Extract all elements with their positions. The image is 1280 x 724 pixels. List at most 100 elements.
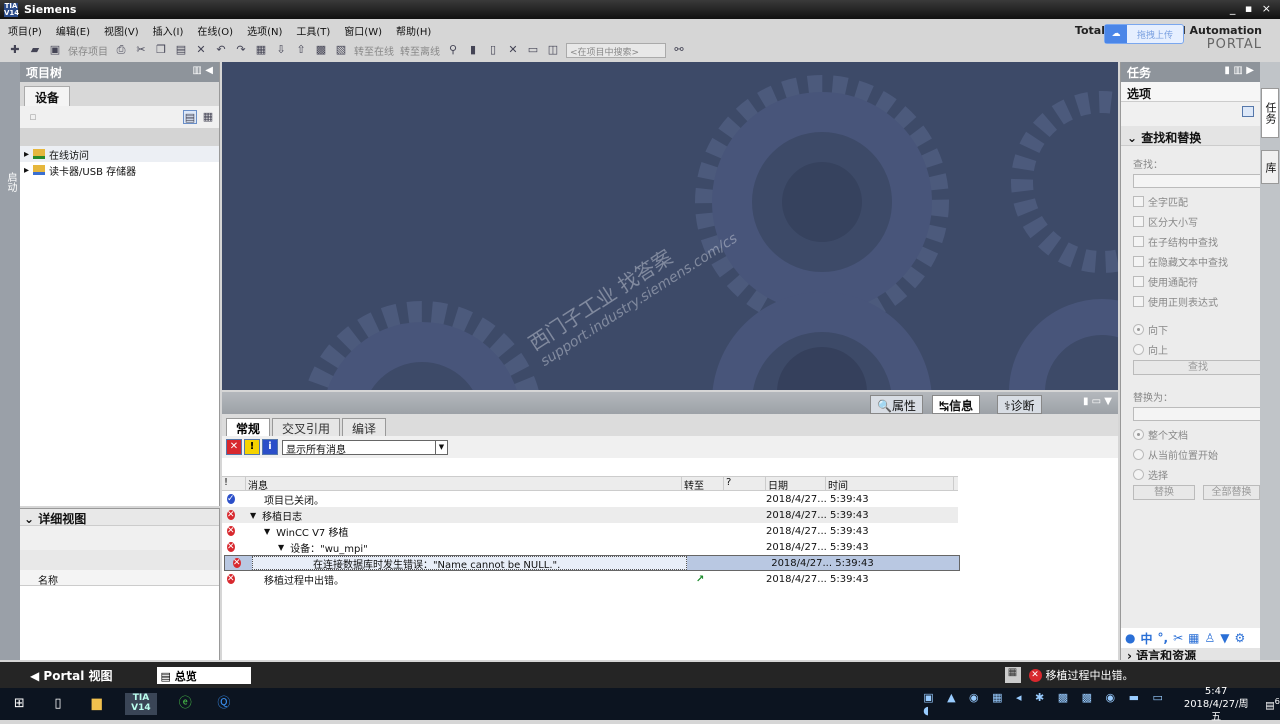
device-icon[interactable]: ▧ — [334, 43, 348, 57]
file-explorer-icon[interactable]: ▆ — [86, 693, 107, 715]
checkbox-option[interactable]: 在隐藏文本中查找 — [1133, 254, 1260, 269]
save-button[interactable]: 保存项目 — [68, 43, 108, 58]
delete-icon[interactable]: ✕ — [194, 43, 208, 57]
split-vertical-icon[interactable]: ◫ — [546, 43, 560, 57]
new-project-icon[interactable]: ✚ — [8, 43, 22, 57]
filter-info-button[interactable]: i — [262, 439, 278, 455]
replace-button[interactable]: 替换 — [1133, 485, 1195, 500]
menu-item[interactable]: 选项(N) — [247, 23, 282, 38]
subtab-compile[interactable]: 编译 — [342, 418, 387, 436]
print-icon[interactable]: ⎙ — [114, 43, 128, 57]
checkbox-option[interactable]: 在子结构中查找 — [1133, 234, 1260, 249]
open-project-icon[interactable]: ▰ — [28, 43, 42, 57]
filter-errors-button[interactable]: ✕ — [226, 439, 242, 455]
tia-portal-taskbar-icon[interactable]: TIA V14 — [124, 693, 157, 715]
portal-view-button[interactable]: ◀ Portal 视图 — [30, 667, 113, 684]
radio-button[interactable] — [1133, 468, 1144, 480]
status-icon[interactable]: ▦ — [1004, 667, 1021, 683]
split-horizontal-icon[interactable]: ▭ — [526, 43, 540, 57]
save-icon[interactable]: ▣ — [48, 43, 62, 57]
download-icon[interactable]: ⇩ — [274, 43, 288, 57]
menu-item[interactable]: 项目(P) — [8, 23, 42, 38]
add-device-icon[interactable]: ▫ — [26, 110, 40, 124]
menu-item[interactable]: 帮助(H) — [396, 23, 431, 38]
find-input[interactable] — [1133, 174, 1260, 188]
goto-cell[interactable]: ↗ — [682, 574, 724, 585]
message-row[interactable]: ✕ ▼ WinCC V7 移植 2018/4/27... 5:39:43 — [222, 523, 958, 539]
checkbox-option[interactable]: 区分大小写 — [1133, 214, 1260, 229]
message-filter-select[interactable]: 显示所有消息 ▼ — [282, 439, 448, 456]
radio-button[interactable] — [1133, 323, 1144, 335]
expand-arrow-icon[interactable]: ▼ — [264, 527, 270, 536]
status-message[interactable]: 移植过程中出错。 — [1046, 667, 1134, 683]
start-cpu-icon[interactable]: ▮ — [466, 43, 480, 57]
message-row[interactable]: ✕ 移植过程中出错。 ↗ 2018/4/27... 5:39:43 — [222, 571, 958, 587]
paste-icon[interactable]: ▤ — [174, 43, 188, 57]
view-icon[interactable]: ▤ — [183, 110, 197, 124]
menu-item[interactable]: 视图(V) — [104, 23, 139, 38]
expand-arrow-icon[interactable]: ▸ — [24, 165, 29, 176]
radio-option[interactable]: 整个文档 — [1133, 427, 1260, 442]
checkbox-option[interactable]: 使用通配符 — [1133, 274, 1260, 289]
radio-option[interactable]: 向下 — [1133, 322, 1260, 337]
layout-icon[interactable] — [1242, 106, 1254, 117]
overview-tab[interactable]: ▤ 总览 — [156, 666, 251, 684]
app-q-icon[interactable]: Ⓠ — [214, 693, 235, 715]
checkbox[interactable] — [1133, 195, 1144, 207]
replace-all-button[interactable]: 全部替换 — [1202, 485, 1260, 500]
simulation-icon[interactable]: ▩ — [314, 43, 328, 57]
message-row[interactable]: ✕ ▼ 设备："wu_mpi" 2018/4/27... 5:39:43 — [222, 539, 958, 555]
find-button[interactable]: 查找 — [1133, 360, 1260, 375]
checkbox[interactable] — [1133, 215, 1144, 227]
radio-button[interactable] — [1133, 343, 1144, 355]
collapse-icon[interactable]: ▥ ◀ — [192, 65, 213, 76]
windows-start-icon[interactable]: ⊞ — [9, 693, 30, 715]
subtab-cross-references[interactable]: 交叉引用 — [272, 418, 341, 436]
tree-item[interactable]: ▸ 读卡器/USB 存储器 — [20, 162, 219, 178]
accessible-devices-icon[interactable]: ⚲ — [446, 43, 460, 57]
radio-button[interactable] — [1133, 448, 1144, 460]
window-controls[interactable]: _ ▪ × — [1230, 2, 1274, 15]
find-replace-header[interactable]: ⌄ 查找和替换 — [1121, 126, 1260, 146]
checkbox[interactable] — [1133, 295, 1144, 307]
copy-icon[interactable]: ❐ — [154, 43, 168, 57]
checkbox[interactable] — [1133, 235, 1144, 247]
compile-icon[interactable]: ▦ — [254, 43, 268, 57]
tab-info[interactable]: ↹信息 — [932, 395, 981, 414]
tab-devices[interactable]: 设备 — [24, 86, 71, 108]
side-tab-tasks[interactable]: 任务 — [1261, 88, 1279, 138]
menu-item[interactable]: 窗口(W) — [344, 23, 382, 38]
task-view-icon[interactable]: ▯ — [48, 693, 69, 715]
checkbox-option[interactable]: 使用正则表达式 — [1133, 294, 1260, 309]
go-offline-button[interactable]: 转至离线 — [400, 43, 440, 58]
message-row[interactable]: ✕ 在连接数据库时发生错误："Name cannot be NULL.". 2018… — [224, 555, 960, 571]
ime-toolbar[interactable]: ● 中 °, ✂ ▦ ♙ ▼ ⚙ — [1121, 628, 1280, 648]
expand-arrow-icon[interactable]: ▸ — [24, 149, 29, 160]
side-tab-libraries[interactable]: 库 — [1261, 150, 1279, 184]
undo-icon[interactable]: ↶ — [214, 43, 228, 57]
checkbox-option[interactable]: 全字匹配 — [1133, 194, 1260, 209]
project-search-input[interactable]: <在项目中搜索> — [566, 42, 666, 58]
binoculars-icon[interactable]: ⚯ — [672, 43, 686, 57]
upload-icon[interactable]: ⇧ — [294, 43, 308, 57]
upload-widget[interactable]: ☁ 拖拽上传 — [1104, 24, 1184, 44]
column-name[interactable]: 名称 — [20, 570, 219, 587]
expand-arrow-icon[interactable]: ▼ — [250, 511, 256, 520]
message-row[interactable]: ✕ ▼ 移植日志 2018/4/27... 5:39:43 — [222, 507, 958, 523]
network-icon[interactable]: ▦ — [201, 110, 215, 124]
menu-item[interactable]: 在线(O) — [197, 23, 233, 38]
replace-input[interactable] — [1133, 407, 1260, 421]
radio-option[interactable]: 向上 — [1133, 342, 1260, 357]
go-online-button[interactable]: 转至在线 — [354, 43, 394, 58]
browser-icon[interactable]: ⓔ — [175, 693, 196, 715]
tree-item[interactable]: ▸ 在线访问 — [20, 146, 219, 162]
window-options-icon[interactable]: ▮ ▭ ▼ — [1083, 396, 1112, 407]
tab-diagnostics[interactable]: ⚕诊断 — [997, 395, 1042, 414]
system-tray-icons[interactable]: ▣ ▲ ◉ ▦ ◂ ✱ ▩ ▩ ◉ ▬ ▭ ◖ — [923, 691, 1171, 717]
menu-item[interactable]: 编辑(E) — [56, 23, 90, 38]
subtab-general[interactable]: 常规 — [226, 418, 271, 436]
checkbox[interactable] — [1133, 275, 1144, 287]
radio-button[interactable] — [1133, 428, 1144, 440]
radio-option[interactable]: 选择 — [1133, 467, 1260, 482]
clock[interactable]: 5:47 2018/4/27/周五 — [1181, 685, 1251, 724]
